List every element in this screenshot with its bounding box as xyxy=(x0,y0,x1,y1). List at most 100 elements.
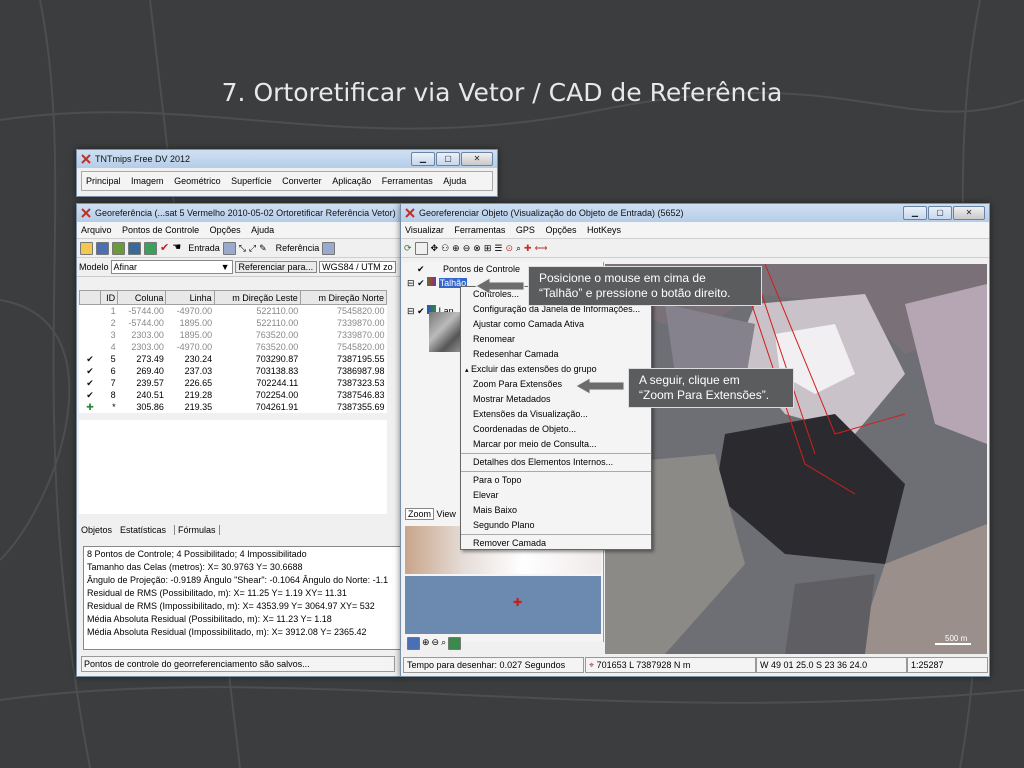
check-icon[interactable]: ✔ xyxy=(160,239,169,257)
menu-visualizar[interactable]: Visualizar xyxy=(401,225,448,235)
zoom-box-icon[interactable]: ⊗ xyxy=(473,239,481,257)
menu-item-para-topo[interactable]: Para o Topo xyxy=(461,473,651,488)
zoom-in-icon[interactable]: ⊕ xyxy=(452,239,460,257)
referenciar-button[interactable]: Referenciar para... xyxy=(234,261,318,273)
binoculars-icon[interactable]: ⚇ xyxy=(441,239,449,257)
tab-formulas[interactable]: Fórmulas xyxy=(174,525,220,535)
close-button[interactable]: ✕ xyxy=(461,152,493,166)
col-coluna[interactable]: Coluna xyxy=(117,290,167,305)
mini-zoom-in-icon[interactable]: ⊕ xyxy=(422,637,430,650)
overview-map[interactable]: ✚ xyxy=(405,576,601,634)
col-north[interactable]: m Direção Norte xyxy=(299,290,388,305)
col-id[interactable]: ID xyxy=(99,290,119,305)
list-icon[interactable] xyxy=(112,241,125,255)
menu-opcoes-view[interactable]: Opções xyxy=(541,225,580,235)
menu-hotkeys[interactable]: HotKeys xyxy=(583,225,625,235)
menu-item-redesenhar[interactable]: Redesenhar Camada xyxy=(461,347,651,362)
mini-zoom-out-icon[interactable]: ⊖ xyxy=(432,637,440,650)
menu-item-excluir-extensoes[interactable]: ▴ Excluir das extensões do grupo xyxy=(461,362,651,377)
menu-arquivo[interactable]: Arquivo xyxy=(77,225,116,235)
menu-ajuda-geo[interactable]: Ajuda xyxy=(247,225,278,235)
table-row[interactable]: ✚ * 305.86 219.35 704261.91 7387355.69 xyxy=(80,401,387,413)
menu-pontos-de-controle[interactable]: Pontos de Controle xyxy=(118,225,203,235)
view-minimize-button[interactable]: ▁ xyxy=(903,206,927,220)
image-view[interactable]: 500 m xyxy=(605,264,987,654)
zoom-out-icon[interactable]: ⊖ xyxy=(463,239,471,257)
menu-ajuda[interactable]: Ajuda xyxy=(439,176,470,186)
menu-imagem[interactable]: Imagem xyxy=(127,176,168,186)
measure-icon[interactable]: ⟷ xyxy=(535,239,548,257)
menu-opcoes[interactable]: Opções xyxy=(206,225,245,235)
marker-icon[interactable]: ✚ xyxy=(524,239,532,257)
menu-item-elevar[interactable]: Elevar xyxy=(461,488,651,503)
table-row[interactable]: 2 -5744.00 1895.00 522110.00 7339870.00 xyxy=(80,317,387,329)
menu-gps[interactable]: GPS xyxy=(512,225,539,235)
table-icon[interactable] xyxy=(128,241,141,255)
redraw-icon[interactable]: ⟳ xyxy=(404,239,412,257)
table-row[interactable]: 4 2303.00 -4970.00 763520.00 7545820.00 xyxy=(80,341,387,353)
tab-zoom[interactable]: Zoom xyxy=(405,508,435,520)
entrada-tool-3-icon[interactable]: ✎ xyxy=(259,239,267,257)
entrada-tool-1-icon[interactable]: ⤡ xyxy=(239,239,246,257)
table-row[interactable]: 1 -5744.00 -4970.00 522110.00 7545820.00 xyxy=(80,305,387,318)
menu-aplicacao[interactable]: Aplicação xyxy=(328,176,375,186)
menu-item-segundo-plano[interactable]: Segundo Plano xyxy=(461,518,651,533)
table-row[interactable]: ✔ 6 269.40 237.03 703138.83 7386987.98 xyxy=(80,365,387,377)
mini-layers-icon[interactable] xyxy=(407,637,420,650)
col-east[interactable]: m Direção Leste xyxy=(213,290,301,305)
menu-principal[interactable]: Principal xyxy=(82,176,125,186)
menu-item-extensoes-visualizacao[interactable]: Extensões da Visualização... xyxy=(461,407,651,422)
pan-icon[interactable]: ✥ xyxy=(431,239,439,257)
menu-converter[interactable]: Converter xyxy=(278,176,326,186)
menu-item-coordenadas[interactable]: Coordenadas de Objeto... xyxy=(461,422,651,437)
open-icon[interactable] xyxy=(80,241,93,255)
menu-item-remover-camada[interactable]: Remover Camada xyxy=(461,536,651,551)
tab-objetos[interactable]: Objetos xyxy=(81,525,112,535)
tab-estatisticas[interactable]: Estatísticas xyxy=(120,525,166,535)
save-icon[interactable] xyxy=(96,241,109,255)
table-row[interactable]: ✔ 8 240.51 219.28 702254.00 7387546.83 xyxy=(80,389,387,401)
table-cell-east: 703138.83 xyxy=(255,366,299,376)
layer-manager-icon[interactable]: ☰ xyxy=(494,239,502,257)
expand-icon-2[interactable]: ⊟ xyxy=(407,306,415,316)
stats-panel: 8 Pontos de Controle; 4 Possibilitado; 4… xyxy=(83,546,400,650)
layer-visible-check-icon[interactable]: ✔ xyxy=(417,278,425,288)
view-titlebar[interactable]: Georeferenciar Objeto (Visualização do O… xyxy=(401,204,989,222)
menu-item-detalhes[interactable]: Detalhes dos Elementos Internos... xyxy=(461,455,651,470)
view-close-button[interactable]: ✕ xyxy=(953,206,985,220)
menu-item-mais-baixo[interactable]: Mais Baixo xyxy=(461,503,651,518)
add-point-icon[interactable] xyxy=(144,241,157,255)
menu-item-marcar-consulta[interactable]: Marcar por meio de Consulta... xyxy=(461,437,651,452)
table-row[interactable]: ✔ 7 239.57 226.65 702244.11 7387323.53 xyxy=(80,377,387,389)
mini-zoom-icon[interactable]: ⌕ xyxy=(441,637,446,650)
expand-icon[interactable]: ⊟ xyxy=(407,278,415,288)
checkmark-icon[interactable]: ✔ xyxy=(417,262,425,276)
col-linha[interactable]: Linha xyxy=(165,290,215,305)
view-maximize-button[interactable]: ▢ xyxy=(928,206,952,220)
tab-view[interactable]: View xyxy=(437,509,456,519)
georeference-titlebar[interactable]: Georeferência (...sat 5 Vermelho 2010-05… xyxy=(77,204,400,222)
menu-superficie[interactable]: Superfície xyxy=(227,176,276,186)
referencia-point-icon[interactable] xyxy=(322,241,336,255)
menu-ferramentas[interactable]: Ferramentas xyxy=(378,176,437,186)
menu-item-ajustar-camada[interactable]: Ajustar como Camada Ativa xyxy=(461,317,651,332)
query-icon[interactable]: ⌕ xyxy=(516,239,521,257)
main-window-titlebar[interactable]: TNTmips Free DV 2012 ▁ ▢ ✕ xyxy=(77,150,497,168)
hand-icon[interactable]: ☚ xyxy=(172,239,181,257)
full-view-icon[interactable] xyxy=(414,241,428,255)
entrada-point-icon[interactable] xyxy=(222,241,236,255)
table-row[interactable]: ✔ 5 273.49 230.24 703290.87 7387195.55 xyxy=(80,353,387,365)
menu-item-renomear[interactable]: Renomear xyxy=(461,332,651,347)
layer2-visible-check-icon[interactable]: ✔ xyxy=(417,306,425,316)
maximize-button[interactable]: ▢ xyxy=(436,152,460,166)
mini-map-icon[interactable] xyxy=(448,637,462,650)
modelo-select[interactable]: Afinar ▼ xyxy=(110,260,233,274)
menu-geometrico[interactable]: Geométrico xyxy=(170,176,225,186)
table-row[interactable]: 3 2303.00 1895.00 763520.00 7339870.00 xyxy=(80,329,387,341)
gps-icon[interactable]: ⊙ xyxy=(505,239,513,257)
zoom-fit-icon[interactable]: ⊞ xyxy=(484,239,492,257)
minimize-button[interactable]: ▁ xyxy=(411,152,435,166)
entrada-tool-2-icon[interactable]: ⤢ xyxy=(249,239,256,257)
projection-field[interactable]: WGS84 / UTM zo xyxy=(319,261,396,273)
menu-ferramentas-view[interactable]: Ferramentas xyxy=(450,225,509,235)
